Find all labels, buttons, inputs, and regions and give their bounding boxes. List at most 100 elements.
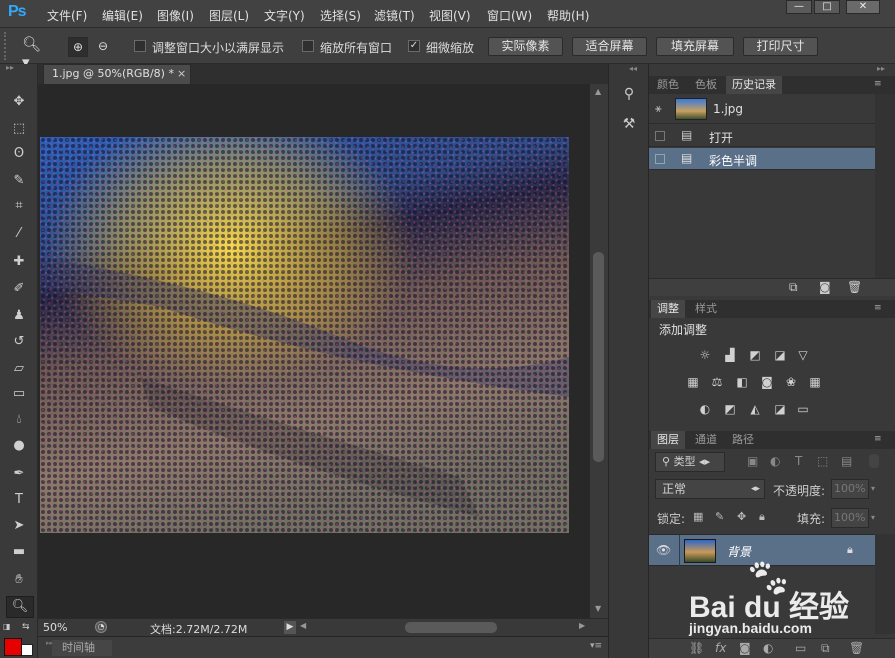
filter-toggle[interactable] xyxy=(869,454,879,468)
scroll-down-icon[interactable]: ▼ xyxy=(595,604,601,613)
actual-pixels-button[interactable]: 实际像素 xyxy=(488,37,563,56)
eyedropper-tool-icon[interactable]: ⁄ xyxy=(9,224,29,244)
path-selection-tool-icon[interactable]: ➤ xyxy=(9,516,29,536)
document-image[interactable] xyxy=(40,137,569,533)
menu-view[interactable]: 视图(V) xyxy=(429,7,471,24)
history-source-checkbox[interactable] xyxy=(655,154,665,164)
fill-screen-button[interactable]: 填充屏幕 xyxy=(656,37,734,56)
color-lookup-icon[interactable]: ▦ xyxy=(807,375,823,389)
black-white-icon[interactable]: ◧ xyxy=(734,375,750,389)
channel-mixer-icon[interactable]: ❀ xyxy=(783,375,799,389)
tab-channels[interactable]: 通道 xyxy=(689,431,723,449)
layers-menu-icon[interactable]: ≡ xyxy=(874,434,882,444)
history-menu-icon[interactable]: ≡ xyxy=(874,79,882,89)
type-tool-icon[interactable]: T xyxy=(9,490,29,510)
lock-transparent-icon[interactable]: ▦ xyxy=(693,510,703,523)
selective-color-icon[interactable]: ◪ xyxy=(772,402,788,416)
scroll-left-icon[interactable]: ◀ xyxy=(300,621,306,630)
filter-pixel-icon[interactable]: ▣ xyxy=(747,454,758,468)
levels-icon[interactable]: ▟ xyxy=(722,348,738,362)
fill-input[interactable]: 100% xyxy=(831,508,869,528)
timeline-tab[interactable]: 时间轴 xyxy=(52,640,112,656)
layer-style-icon[interactable]: fx xyxy=(715,641,726,655)
vertical-scroll-thumb[interactable] xyxy=(593,252,604,462)
healing-brush-tool-icon[interactable]: ✚ xyxy=(9,252,29,272)
tab-color[interactable]: 颜色 xyxy=(651,76,685,94)
clone-stamp-tool-icon[interactable]: ♟ xyxy=(9,306,29,326)
link-layers-icon[interactable]: ⛓ xyxy=(689,641,704,655)
new-document-from-state-icon[interactable]: ⧉ xyxy=(789,280,798,295)
filter-shape-icon[interactable]: ⬚ xyxy=(817,454,828,468)
new-layer-icon[interactable]: ⧉ xyxy=(821,641,830,656)
menu-image[interactable]: 图像(I) xyxy=(157,7,194,24)
status-menu-arrow-icon[interactable]: ▶ xyxy=(284,621,296,634)
menu-type[interactable]: 文字(Y) xyxy=(264,7,305,24)
crop-tool-icon[interactable]: ⌗ xyxy=(9,196,29,216)
lock-image-icon[interactable]: ✎ xyxy=(715,510,724,523)
new-snapshot-icon[interactable]: ◙ xyxy=(819,280,831,294)
zoom-level[interactable]: 50% xyxy=(43,621,67,634)
document-tab[interactable]: 1.jpg @ 50%(RGB/8) * × xyxy=(43,64,191,84)
zoom-out-icon[interactable]: ⊖ xyxy=(93,37,113,57)
adjustments-menu-icon[interactable]: ≡ xyxy=(874,303,882,313)
new-adjustment-icon[interactable]: ◐ xyxy=(763,641,773,655)
new-group-icon[interactable]: ▭ xyxy=(795,641,806,655)
status-info-icon[interactable]: ◔ xyxy=(95,621,107,633)
move-tool-icon[interactable]: ✥ xyxy=(9,92,29,112)
minimize-button[interactable]: — xyxy=(786,0,812,14)
vertical-scrollbar[interactable]: ▲ ▼ xyxy=(590,84,608,618)
menu-filter[interactable]: 滤镜(T) xyxy=(374,7,415,24)
history-brush-tool-icon[interactable]: ↺ xyxy=(9,332,29,352)
history-source-checkbox[interactable] xyxy=(655,131,665,141)
dock-collapse-icon[interactable]: ◂◂ xyxy=(629,64,637,73)
add-mask-icon[interactable]: ◙ xyxy=(739,641,751,655)
canvas-area[interactable] xyxy=(38,84,590,618)
menu-help[interactable]: 帮助(H) xyxy=(547,7,589,24)
zoom-all-checkbox[interactable] xyxy=(302,40,314,52)
tool-presets-icon[interactable]: ⚲ xyxy=(619,86,639,106)
snapshot-brush-icon[interactable]: ⚹ xyxy=(655,102,662,116)
tab-adjustments[interactable]: 调整 xyxy=(651,300,685,318)
posterize-icon[interactable]: ◩ xyxy=(722,402,738,416)
brush-presets-icon[interactable]: ⚒ xyxy=(619,116,639,136)
eraser-tool-icon[interactable]: ▱ xyxy=(9,359,29,379)
lock-position-icon[interactable]: ✥ xyxy=(737,510,746,523)
tab-history[interactable]: 历史记录 xyxy=(726,76,782,94)
curves-icon[interactable]: ◩ xyxy=(747,348,763,362)
tab-layers[interactable]: 图层 xyxy=(651,431,685,449)
tab-swatches[interactable]: 色板 xyxy=(689,76,723,94)
swap-colors-icon[interactable]: ⇆ xyxy=(22,622,34,632)
history-snapshot[interactable]: ⚹ 1.jpg xyxy=(649,94,875,124)
pen-tool-icon[interactable]: ✒ xyxy=(9,464,29,484)
layer-visibility-eye-icon[interactable]: 👁︎ xyxy=(656,543,671,557)
marquee-tool-icon[interactable]: ⬚ xyxy=(9,119,29,139)
fit-screen-button[interactable]: 适合屏幕 xyxy=(572,37,647,56)
threshold-icon[interactable]: ◭ xyxy=(747,402,763,416)
zoom-tool-preset-icon[interactable]: 🔍︎▾ xyxy=(22,35,46,71)
foreground-color-swatch[interactable] xyxy=(4,638,22,656)
invert-icon[interactable]: ◐ xyxy=(697,402,713,416)
vibrance-icon[interactable]: ▽ xyxy=(795,348,811,362)
delete-layer-icon[interactable]: 🗑︎ xyxy=(849,641,864,655)
maximize-button[interactable]: □ xyxy=(814,0,840,14)
brush-tool-icon[interactable]: ✐ xyxy=(9,279,29,299)
hue-saturation-icon[interactable]: ▦ xyxy=(685,375,701,389)
scrubby-zoom-checkbox[interactable]: ✓ xyxy=(408,40,420,52)
opacity-dropdown-icon[interactable]: ▾ xyxy=(871,484,875,493)
photo-filter-icon[interactable]: ◙ xyxy=(759,375,775,389)
close-window-button[interactable]: ✕ xyxy=(846,0,880,14)
dodge-tool-icon[interactable]: ● xyxy=(9,436,29,456)
history-step[interactable]: ▤ 打开 xyxy=(649,125,875,147)
hand-tool-icon[interactable]: ✋︎ xyxy=(9,570,29,590)
color-balance-icon[interactable]: ⚖ xyxy=(709,375,725,389)
zoom-in-icon[interactable]: ⊕ xyxy=(68,37,88,57)
layer-filter-kind-select[interactable]: ⚲ 类型 ◂▸ xyxy=(655,452,725,472)
scroll-right-icon[interactable]: ▶ xyxy=(579,621,585,630)
menu-select[interactable]: 选择(S) xyxy=(320,7,361,24)
brightness-contrast-icon[interactable]: ☼ xyxy=(697,348,713,362)
resize-windows-checkbox[interactable] xyxy=(134,40,146,52)
menu-file[interactable]: 文件(F) xyxy=(47,7,87,24)
filter-type-icon[interactable]: T xyxy=(795,454,802,468)
close-tab-icon[interactable]: × xyxy=(177,65,186,83)
opacity-input[interactable]: 100% xyxy=(831,479,869,499)
